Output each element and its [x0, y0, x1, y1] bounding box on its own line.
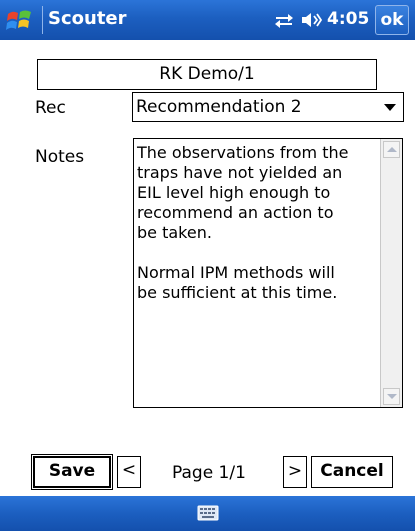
- notes-label: Notes: [35, 147, 85, 167]
- windows-start-icon[interactable]: [5, 5, 35, 35]
- notes-textarea[interactable]: The observations from the traps have not…: [133, 138, 403, 408]
- next-page-button[interactable]: >: [283, 456, 307, 488]
- title-bar: Scouter 4:05 ok: [0, 0, 415, 40]
- scroll-down-icon[interactable]: [383, 388, 400, 405]
- save-button[interactable]: Save: [31, 454, 113, 490]
- notes-text[interactable]: The observations from the traps have not…: [137, 143, 374, 303]
- menu-bar: [0, 496, 415, 531]
- ok-button[interactable]: ok: [375, 5, 409, 35]
- recommendation-value: Recommendation 2: [136, 97, 302, 117]
- scroll-up-icon[interactable]: [383, 141, 400, 158]
- cancel-button[interactable]: Cancel: [311, 456, 393, 488]
- connectivity-arrows-icon[interactable]: [274, 11, 294, 29]
- keyboard-icon[interactable]: [197, 504, 219, 522]
- page-indicator: Page 1/1: [172, 463, 246, 483]
- record-title: RK Demo/1: [37, 59, 377, 90]
- previous-page-button[interactable]: <: [117, 456, 141, 488]
- chevron-down-icon[interactable]: [384, 104, 396, 111]
- notes-scrollbar[interactable]: [380, 139, 402, 407]
- recommendation-dropdown[interactable]: Recommendation 2: [132, 92, 404, 122]
- app-title: Scouter: [48, 8, 127, 29]
- rec-label: Rec: [35, 98, 66, 118]
- title-separator: [42, 6, 43, 34]
- speaker-volume-icon[interactable]: [301, 11, 323, 29]
- clock[interactable]: 4:05: [327, 8, 369, 30]
- screen: Scouter 4:05 ok RK Demo/1 Rec Recommenda…: [0, 0, 415, 531]
